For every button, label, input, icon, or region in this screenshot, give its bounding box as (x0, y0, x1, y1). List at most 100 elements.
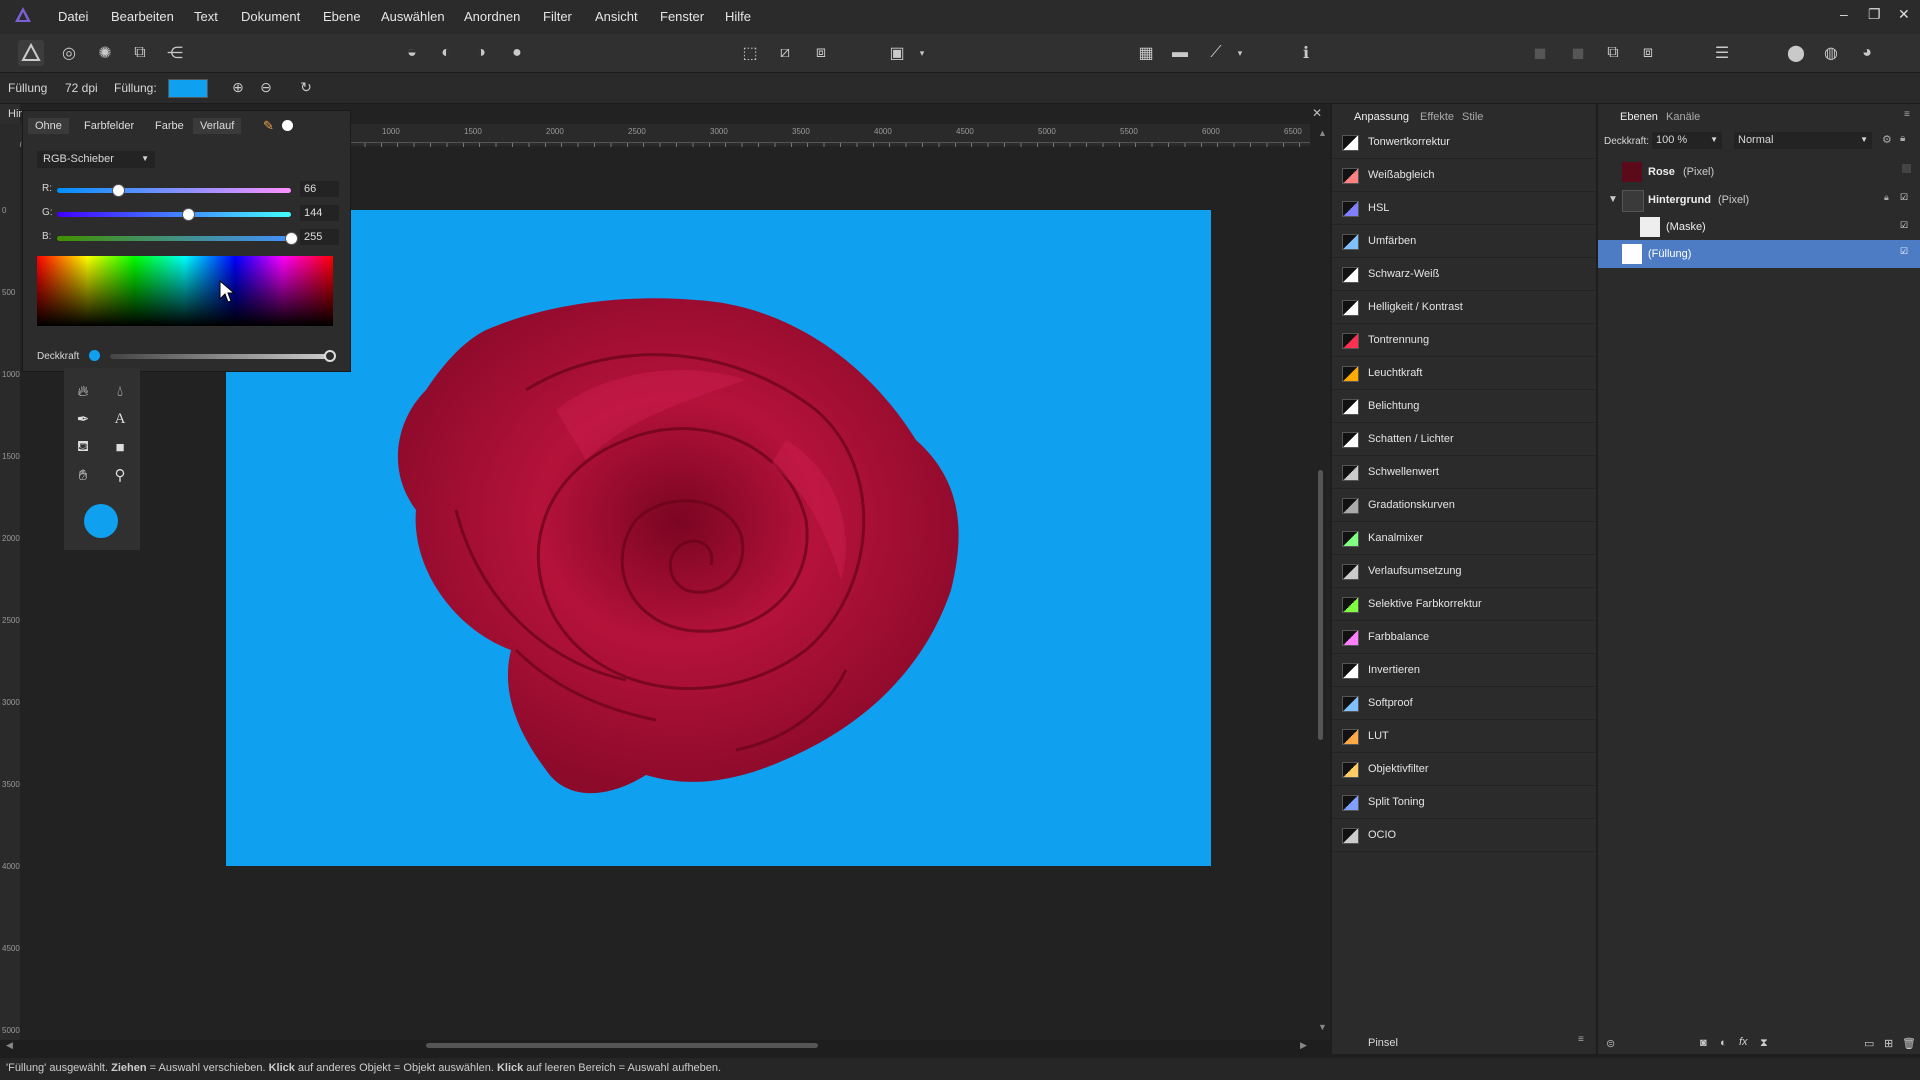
lock-icon[interactable]: 🔒︎ (1884, 192, 1889, 203)
snapping-icon[interactable]: ▬ (1170, 43, 1190, 63)
adjustment-item[interactable]: Gradationskurven (1332, 489, 1596, 522)
auto-white-balance-icon[interactable]: ● (507, 43, 527, 63)
layer-stack-icon[interactable]: ⊜ (1606, 1037, 1615, 1050)
transform-origin-icon[interactable]: ⊕ (228, 77, 248, 97)
persona-photo-button[interactable] (18, 40, 44, 66)
hand-tool-icon[interactable]: ✋︎ (72, 464, 94, 486)
arrange-forward-icon[interactable]: ◼ (1568, 43, 1588, 63)
r-slider[interactable] (57, 188, 291, 193)
align-icon[interactable]: ☰ (1712, 43, 1732, 63)
menu-ebene[interactable]: Ebene (323, 9, 361, 24)
menu-dokument[interactable]: Dokument (241, 9, 300, 24)
tab-ohne[interactable]: Ohne (28, 118, 69, 134)
close-document-icon[interactable]: ✕ (1312, 106, 1322, 120)
color-spectrum-picker[interactable] (37, 256, 333, 326)
adjustment-item[interactable]: Softproof (1332, 687, 1596, 720)
adjustment-layer-icon[interactable]: ◐ (1720, 1037, 1727, 1049)
tab-ebenen[interactable]: Ebenen (1620, 111, 1658, 123)
opacity-slider-knob[interactable] (324, 350, 336, 362)
adjustment-item[interactable]: OCIO (1332, 819, 1596, 852)
menu-fenster[interactable]: Fenster (660, 9, 704, 24)
arrange-front-icon[interactable]: ⧉ (1603, 43, 1623, 63)
burn-tool-icon[interactable]: 🔥︎ (72, 380, 94, 402)
adjustment-item[interactable]: Schwarz-Weiß (1332, 258, 1596, 291)
mask-layer-icon[interactable]: ◙ (1700, 1037, 1707, 1049)
persona-liquify-icon[interactable]: ◎ (59, 43, 79, 63)
auto-levels-icon[interactable]: ◒ (402, 43, 422, 63)
auto-colors-icon[interactable]: ◑ (471, 43, 491, 63)
minimize-icon[interactable]: – (1840, 6, 1848, 22)
r-value[interactable]: 66 (300, 181, 339, 197)
persona-develop-icon[interactable]: ✺ (95, 43, 115, 63)
eyedropper-icon[interactable]: ✎ (263, 118, 274, 134)
freehand-select-icon[interactable]: ⧄ (775, 43, 795, 63)
auto-contrast-icon[interactable]: ◐ (436, 43, 456, 63)
tab-effekte[interactable]: Effekte (1420, 111, 1454, 123)
marquee-select-icon[interactable]: ⬚ (740, 43, 760, 63)
scroll-left-icon[interactable]: ◀ (6, 1040, 13, 1051)
grid-icon[interactable]: ▦ (1136, 43, 1156, 63)
visibility-checkbox[interactable]: ☑ (1900, 246, 1908, 257)
menu-filter[interactable]: Filter (543, 9, 572, 24)
adjustment-item[interactable]: Selektive Farbkorrektur (1332, 588, 1596, 621)
reset-fill-icon[interactable]: ⊖ (256, 77, 276, 97)
adjustment-item[interactable]: Split Toning (1332, 786, 1596, 819)
fill-tool-icon[interactable]: ⛾ (72, 436, 94, 458)
visibility-checkbox[interactable]: ☑ (1900, 220, 1908, 231)
boolean-intersect-icon[interactable]: ◕ (1857, 43, 1877, 63)
boolean-subtract-icon[interactable]: ◍ (1821, 43, 1841, 63)
color-mode-dropdown[interactable]: RGB-Schieber ▼ (37, 151, 155, 168)
selection-brush-icon[interactable]: ⧈ (811, 43, 831, 63)
gear-icon[interactable]: ⚙ (1882, 133, 1892, 146)
persona-tonemap-icon[interactable]: ⧉ (130, 43, 150, 63)
b-slider-knob[interactable] (285, 232, 298, 245)
restore-icon[interactable]: ❐ (1868, 6, 1881, 23)
tab-stile[interactable]: Stile (1462, 111, 1483, 123)
group-folder-icon[interactable]: ▭ (1864, 1037, 1874, 1050)
menu-ansicht[interactable]: Ansicht (595, 9, 638, 24)
tab-farbfelder[interactable]: Farbfelder (77, 118, 141, 134)
menu-anordnen[interactable]: Anordnen (464, 9, 520, 24)
panel-menu-icon[interactable]: ≡ (1904, 109, 1910, 120)
adjustment-item[interactable]: Verlaufsumsetzung (1332, 555, 1596, 588)
menu-text[interactable]: Text (194, 9, 218, 24)
adjustment-item[interactable]: Umfärben (1332, 225, 1596, 258)
adjustment-item[interactable]: Objektivfilter (1332, 753, 1596, 786)
adjustment-item[interactable]: Invertieren (1332, 654, 1596, 687)
trash-icon[interactable]: 🗑︎ (1902, 1037, 1916, 1050)
r-slider-knob[interactable] (111, 184, 125, 197)
b-value[interactable]: 255 (300, 229, 339, 245)
scroll-down-icon[interactable]: ▼ (1318, 1022, 1327, 1032)
adjustment-item[interactable]: Weißabgleich (1332, 159, 1596, 192)
visibility-checkbox[interactable] (1902, 164, 1911, 173)
current-color-swatch[interactable] (84, 504, 118, 538)
vertical-scrollbar[interactable] (1318, 470, 1323, 740)
snap-magnet-icon[interactable]: ⟋ (1206, 43, 1226, 63)
close-window-icon[interactable]: ✕ (1898, 6, 1910, 23)
menu-auswaehlen[interactable]: Auswählen (381, 9, 445, 24)
fill-color-swatch[interactable] (168, 79, 208, 98)
adjustment-item[interactable]: Belichtung (1332, 390, 1596, 423)
chevron-down-icon[interactable]: ▾ (1230, 43, 1250, 63)
adjustment-item[interactable]: Leuchtkraft (1332, 357, 1596, 390)
g-slider-knob[interactable] (182, 208, 196, 221)
menu-hilfe[interactable]: Hilfe (725, 9, 751, 24)
horizontal-scrollbar[interactable] (426, 1043, 818, 1048)
arrange-back-icon[interactable]: ◼ (1530, 43, 1550, 63)
zoom-tool-icon[interactable]: ⚲ (109, 464, 131, 486)
g-slider[interactable] (57, 212, 291, 217)
adjustment-item[interactable]: Schwellenwert (1332, 456, 1596, 489)
adjustment-item[interactable]: LUT (1332, 720, 1596, 753)
adjustment-item[interactable]: HSL (1332, 192, 1596, 225)
panel-menu-icon[interactable]: ≡ (1578, 1034, 1584, 1045)
rectangle-tool-icon[interactable]: ■ (109, 436, 131, 458)
layer-row-fuellung[interactable]: (Füllung) ☑ (1598, 240, 1920, 268)
pen-tool-icon[interactable]: ✒ (72, 408, 94, 430)
adjustment-item[interactable]: Tontrennung (1332, 324, 1596, 357)
tab-anpassung[interactable]: Anpassung (1354, 111, 1409, 123)
tab-farbe[interactable]: Farbe (148, 118, 191, 134)
app-logo-icon[interactable] (14, 6, 32, 24)
info-icon[interactable]: ℹ (1296, 43, 1316, 63)
quick-mask-icon[interactable]: ▣ (887, 43, 907, 63)
add-layer-icon[interactable]: ⊞ (1884, 1037, 1893, 1050)
